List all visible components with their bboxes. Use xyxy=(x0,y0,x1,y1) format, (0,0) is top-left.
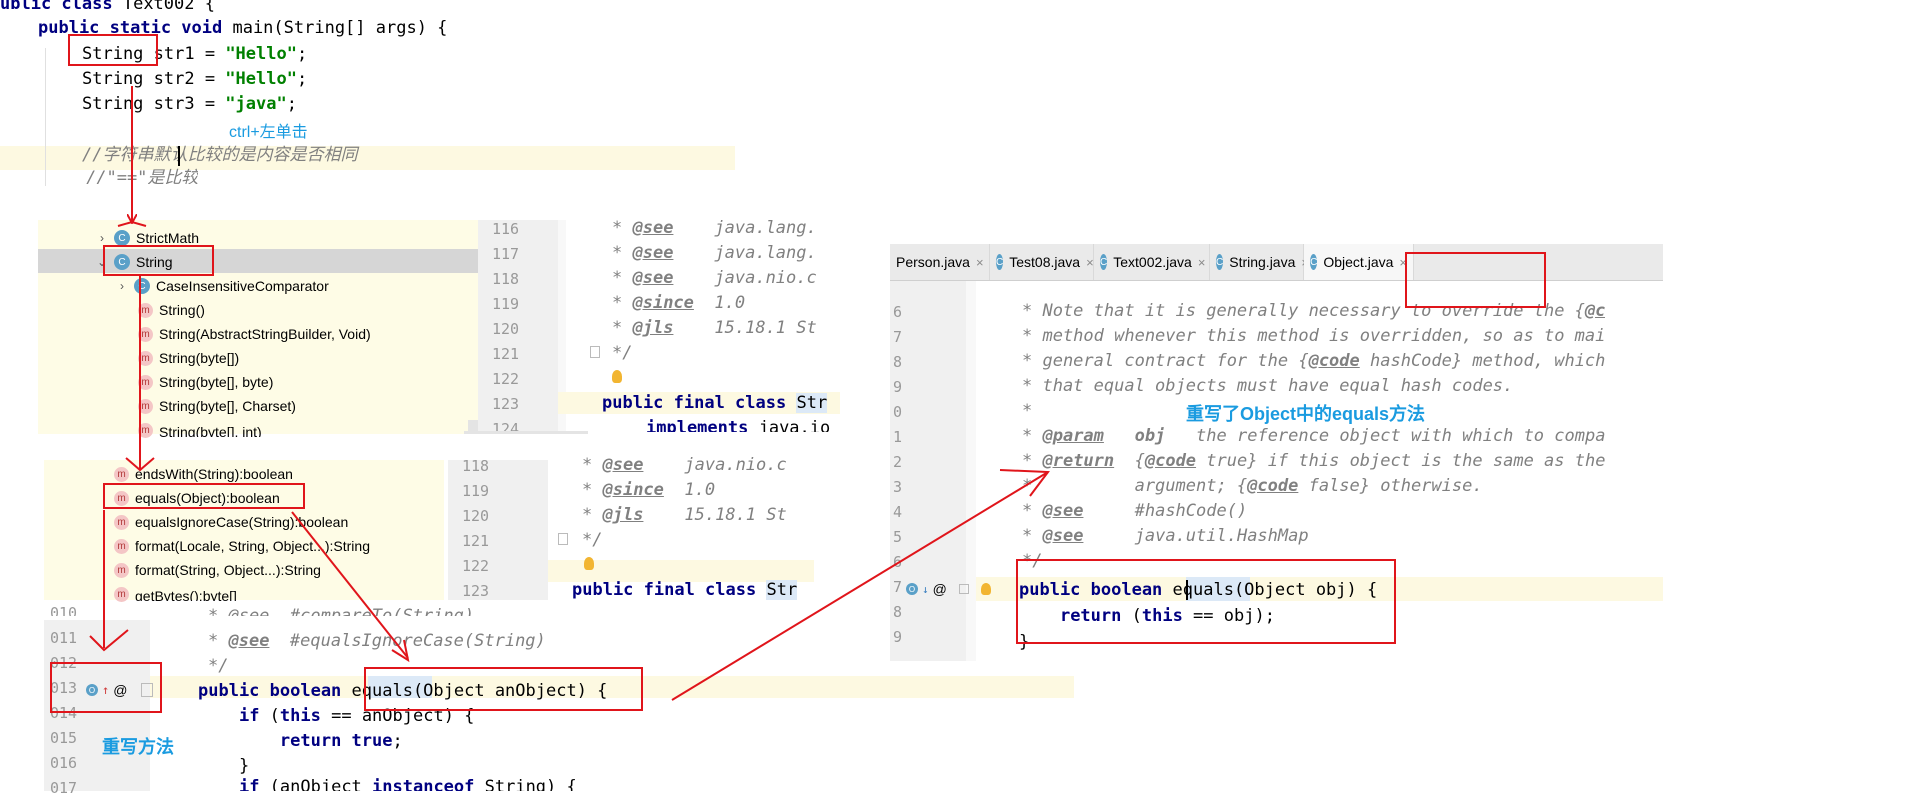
arrow-to-equals-signature xyxy=(291,511,409,659)
arrowhead-4 xyxy=(391,639,410,663)
arrowhead-5 xyxy=(999,469,1050,497)
arrowhead-3 xyxy=(89,629,129,652)
arrow-to-object-equals xyxy=(671,471,1049,701)
arrowhead-1 xyxy=(117,220,147,227)
annotation-arrows xyxy=(89,86,1050,701)
